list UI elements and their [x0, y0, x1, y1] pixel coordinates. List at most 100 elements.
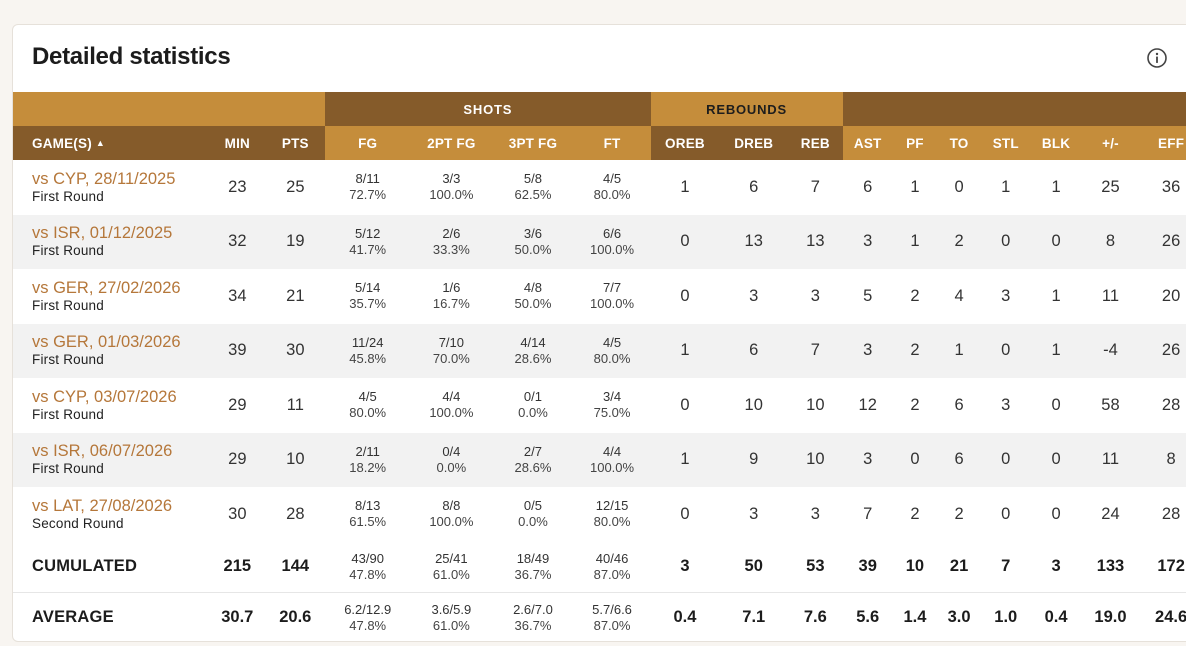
cell-reb: 7: [788, 323, 843, 378]
cell-3pt-fg-made: 0/5: [523, 498, 542, 514]
cell-blk: 1: [1051, 286, 1061, 305]
cell-2pt-fg-pct: 100.0%: [429, 405, 474, 421]
cell-3pt-fg-pct: 62.5%: [514, 187, 552, 203]
game-cell: vs GER, 27/02/2026 First Round: [13, 269, 209, 324]
cell-fg: 5/12 41.7%: [325, 214, 411, 269]
cell-blk: 0: [1051, 504, 1061, 523]
cell-ft: 3/4 75.0%: [574, 378, 651, 433]
cell-pts: 21: [286, 286, 305, 305]
cell-fg-pct: 35.7%: [349, 296, 387, 312]
info-circle-icon[interactable]: [1146, 47, 1168, 69]
cell-2pt-fg-pct: 100.0%: [429, 514, 474, 530]
cell-ft-made: 4/5: [603, 334, 622, 350]
average-3pt-fg: 2.6/7.0 36.7%: [492, 592, 574, 641]
cell-ft-made: 6/6: [603, 225, 622, 241]
cell-fg-made: 11/24: [351, 334, 384, 350]
cell-eff: 36: [1161, 177, 1181, 196]
cumulated-reb: 53: [806, 557, 825, 576]
column-header-stl[interactable]: STL: [981, 126, 1031, 160]
cell-pf: 2: [910, 504, 920, 523]
cumulated-pf: 10: [905, 557, 925, 576]
game-link[interactable]: vs CYP, 28/11/2025: [32, 170, 209, 189]
column-header-oreb[interactable]: OREB: [650, 126, 720, 160]
cell-3pt-fg: 0/5 0.0%: [492, 487, 573, 542]
cell-ast: 3: [842, 323, 893, 378]
column-header-ft[interactable]: FT: [573, 126, 651, 160]
game-link[interactable]: vs ISR, 01/12/2025: [32, 224, 209, 243]
cell-stl: 0: [1001, 504, 1011, 523]
table-row: vs ISR, 06/07/2026 First Round 29 10 2/11 18.…: [13, 432, 1186, 487]
cell-fg-made: 2/11: [355, 443, 380, 459]
game-link[interactable]: vs GER, 01/03/2026: [32, 333, 209, 352]
cell-2pt-fg: 7/10 70.0%: [410, 323, 493, 378]
cumulated-2pt-fg: 25/41 61.0%: [410, 542, 492, 593]
cell-eff: 20: [1161, 286, 1181, 305]
cumulated-blk: 3: [1051, 557, 1061, 576]
cell-2pt-fg-pct: 70.0%: [432, 350, 470, 366]
cell-ast: 5: [863, 286, 873, 305]
cell-pf: 2: [910, 395, 920, 414]
cumulated-stl: 7: [1001, 557, 1011, 576]
column-header-row: GAME(S) ▲ MIN PTS FG 2PT FG 3PT FG FT ORE…: [13, 126, 1186, 160]
column-header-reb[interactable]: REB: [788, 126, 843, 160]
cell-ft-pct: 80.0%: [593, 187, 631, 203]
column-header-ast[interactable]: AST: [842, 126, 893, 160]
average-3pt-made: 2.6/7.0: [513, 601, 553, 617]
average-fg-made: 6.2/12.9: [344, 601, 392, 617]
game-link[interactable]: vs GER, 27/02/2026: [32, 279, 209, 298]
cell-dreb: 6: [749, 177, 759, 196]
cell-oreb: 0: [680, 395, 690, 414]
cell-2pt-fg-made: 2/6: [442, 225, 461, 241]
table-row: vs CYP, 28/11/2025 First Round 23 25 8/11 72.…: [13, 160, 1186, 215]
column-header-2pt-fg[interactable]: 2PT FG: [410, 126, 493, 160]
column-header-plus-minus[interactable]: +/-: [1081, 126, 1140, 160]
cell-eff: 28: [1161, 395, 1181, 414]
cumulated-ft: 40/46 87.0%: [574, 542, 651, 593]
cell-stl: 0: [981, 214, 1031, 269]
cell-fg: 8/11 72.7%: [325, 160, 410, 215]
cell-to: 0: [954, 177, 964, 196]
cumulated-3pt-pct: 36.7%: [514, 566, 552, 582]
column-header-pf[interactable]: PF: [892, 126, 937, 160]
cell-stl: 0: [981, 432, 1031, 487]
cell-2pt-fg-made: 7/10: [438, 334, 465, 350]
cell-stl: 3: [1001, 395, 1011, 414]
cell-to: 6: [937, 432, 982, 487]
cell-min: 29: [209, 432, 266, 487]
game-link[interactable]: vs LAT, 27/08/2026: [32, 497, 209, 516]
cell-fg: 2/11 18.2%: [325, 432, 411, 487]
column-header-3pt-fg[interactable]: 3PT FG: [492, 126, 574, 160]
column-header-eff[interactable]: EFF: [1139, 126, 1186, 160]
average-3pt-pct: 36.7%: [514, 617, 552, 633]
game-round: First Round: [32, 188, 104, 204]
column-header-to[interactable]: TO: [937, 126, 982, 160]
cell-min: 34: [228, 286, 247, 305]
cell-3pt-fg-made: 5/8: [523, 171, 542, 187]
column-header-blk[interactable]: BLK: [1030, 126, 1082, 160]
cell-blk: 0: [1030, 214, 1082, 269]
cell-to: 6: [954, 395, 964, 414]
cell-pf: 1: [910, 177, 920, 196]
page-title: Detailed statistics: [32, 43, 231, 70]
game-link[interactable]: vs CYP, 03/07/2026: [32, 388, 209, 407]
cell-to: 4: [954, 286, 964, 305]
cell-fg-pct: 61.5%: [349, 514, 387, 530]
column-header-pts[interactable]: PTS: [265, 126, 326, 160]
cell-ft-made: 4/5: [603, 171, 622, 187]
column-header-min[interactable]: MIN: [209, 126, 266, 160]
cell-reb: 7: [810, 177, 820, 196]
cell-eff: 26: [1139, 214, 1186, 269]
group-header-rebounds: REBOUNDS: [650, 92, 843, 126]
cumulated-pts: 144: [281, 557, 310, 576]
cell-3pt-fg-pct: 28.6%: [514, 459, 552, 475]
cumulated-label: CUMULATED: [32, 557, 138, 576]
column-header-dreb[interactable]: DREB: [719, 126, 789, 160]
game-link[interactable]: vs ISR, 06/07/2026: [32, 442, 209, 461]
cell-2pt-fg: 4/4 100.0%: [410, 378, 492, 433]
column-header-fg[interactable]: FG: [325, 126, 411, 160]
column-header-games[interactable]: GAME(S) ▲: [13, 126, 210, 160]
cell-ft-made: 12/15: [595, 498, 629, 514]
cell-ft: 4/5 80.0%: [573, 323, 651, 378]
cumulated-dreb: 50: [744, 557, 763, 576]
cell-min: 39: [209, 323, 266, 378]
